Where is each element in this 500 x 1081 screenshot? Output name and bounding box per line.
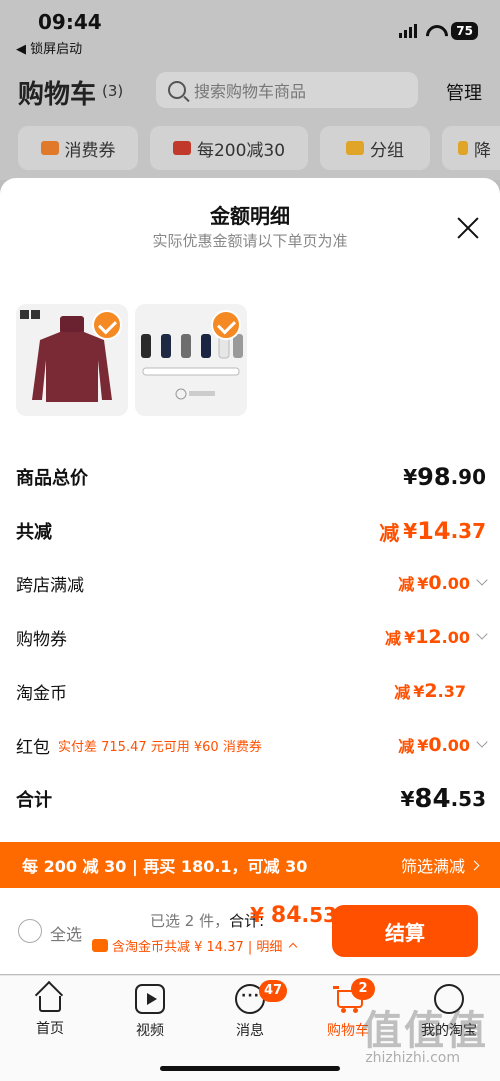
chip-group[interactable]: 分组	[320, 126, 430, 170]
select-all-radio[interactable]	[18, 919, 42, 943]
selected-check-icon	[211, 310, 241, 340]
selected-count-text: 已选 2 件，	[150, 912, 230, 930]
back-to-app-link[interactable]: ◀ 锁屏启动	[16, 38, 82, 57]
row-cross-store[interactable]: 跨店满减 减 ¥0.00	[16, 568, 488, 598]
hongbao-note: 实付差 715.47 元可用 ¥60 消费券	[58, 739, 262, 755]
hongbao-value: 减 ¥0.00	[398, 733, 488, 757]
goods-total-value: ¥98.90	[403, 463, 486, 491]
chevron-right-icon	[469, 860, 480, 870]
checkout-button[interactable]: 结算	[332, 905, 478, 957]
ticket-icon	[40, 141, 59, 155]
coin-icon	[92, 939, 108, 952]
wifi-icon	[425, 25, 443, 37]
filter-discount-label: 筛选满减	[400, 857, 465, 876]
chevron-down-icon	[476, 574, 488, 586]
tab-label: 视频	[136, 1023, 164, 1039]
folder-icon	[346, 141, 364, 155]
watermark-url: zhizhizhi.com	[365, 1050, 460, 1066]
savings-text: 含淘金币共减 ¥ 14.37 | 明细	[112, 940, 283, 955]
promo-text: 每 200 减 30 | 再买 180.1，可减 30	[22, 857, 308, 876]
gift-icon	[172, 141, 191, 155]
selected-check-icon	[92, 310, 122, 340]
tab-label: 消息	[236, 1023, 264, 1039]
tab-messages[interactable]: 47 消息	[215, 980, 288, 1040]
promo-bar[interactable]: 每 200 减 30 | 再买 180.1，可减 30 筛选满减	[0, 842, 500, 888]
row-total-discount: 共减 减 ¥14.37	[16, 516, 486, 546]
cart-badge: 2	[351, 978, 375, 1000]
gold-coin-label: 淘金币	[16, 683, 67, 704]
amount-detail-sheet: 金额明细 实际优惠金额请以下单页为准 商品总价 ¥98.90 共减 减 ¥ 14…	[0, 178, 500, 842]
coupon-value: 减 ¥12.00	[385, 625, 488, 649]
home-icon	[39, 996, 61, 1012]
chip-discount[interactable]: 每200减30	[150, 126, 308, 170]
checkout-bar: 全选 已选 2 件，合计: ¥ 84.53 含淘金币共减 ¥ 14.37 | 明…	[0, 888, 500, 974]
tab-video[interactable]: 视频	[115, 984, 185, 1040]
chip-price-drop[interactable]: 降	[442, 126, 500, 170]
chip-label: 分组	[370, 140, 404, 161]
close-icon[interactable]	[456, 216, 480, 240]
row-coupon[interactable]: 购物券 减 ¥12.00	[16, 622, 488, 652]
row-grand-total: 合计 ¥84.53	[16, 784, 486, 814]
goods-total-label: 商品总价	[16, 468, 88, 489]
total-discount-label: 共减	[16, 522, 52, 543]
chip-label: 每200减30	[196, 140, 286, 161]
status-bar: 09:44 ◀ 锁屏启动 75	[0, 0, 500, 60]
select-all-label[interactable]: 全选	[50, 921, 82, 945]
product-thumbnail-sweater[interactable]	[16, 304, 128, 416]
sheet-subtitle: 实际优惠金额请以下单页为准	[152, 232, 348, 250]
chat-icon: 47	[235, 980, 288, 1014]
chip-label: 消费券	[64, 140, 116, 161]
cart-icon: 2	[333, 978, 375, 1014]
row-goods-total: 商品总价 ¥98.90	[16, 462, 486, 492]
tab-home[interactable]: 首页	[15, 984, 85, 1038]
selected-count: 已选 2 件，合计:	[150, 910, 264, 931]
status-time: 09:44	[38, 10, 102, 34]
cart-count: (3)	[102, 82, 124, 100]
watermark-logo: 值值值	[362, 1008, 488, 1054]
sheet-title: 金额明细	[210, 204, 290, 228]
battery-icon: 75	[451, 22, 478, 40]
savings-detail-link[interactable]: 含淘金币共减 ¥ 14.37 | 明细	[92, 936, 298, 955]
search-input[interactable]: 搜索购物车商品	[156, 72, 418, 108]
manage-button[interactable]: 管理	[446, 79, 482, 105]
home-indicator	[160, 1066, 340, 1071]
chevron-down-icon	[476, 736, 488, 748]
play-icon	[135, 984, 165, 1014]
product-thumbnail-socks[interactable]	[135, 304, 247, 416]
message-badge: 47	[259, 980, 288, 1002]
grand-total-label: 合计	[16, 790, 52, 811]
chip-label: 降	[474, 140, 491, 161]
cross-store-value: 减 ¥0.00	[398, 571, 488, 595]
filter-discount-link[interactable]: 筛选满减	[400, 853, 480, 877]
page-title: 购物车	[18, 80, 97, 110]
search-placeholder: 搜索购物车商品	[194, 82, 307, 101]
checkout-total: ¥ 84.53	[250, 903, 337, 928]
arrow-down-icon	[458, 141, 468, 155]
search-icon	[168, 81, 186, 99]
row-gold-coin: 淘金币 减 ¥2.37	[16, 676, 486, 706]
cross-store-label: 跨店满减	[16, 575, 84, 596]
total-discount-value: 减 ¥14.37	[379, 517, 486, 545]
chevron-up-icon	[289, 942, 298, 952]
row-hongbao[interactable]: 红包 实付差 715.47 元可用 ¥60 消费券 减 ¥0.00	[16, 730, 488, 760]
grand-total-value: ¥84.53	[400, 784, 486, 814]
coupon-label: 购物券	[16, 629, 67, 650]
chevron-down-icon	[476, 628, 488, 640]
hongbao-label: 红包	[16, 737, 50, 758]
gold-coin-value: 减 ¥2.37	[394, 680, 466, 702]
signal-icon	[399, 24, 418, 38]
chip-coupon[interactable]: 消费券	[18, 126, 138, 170]
status-icons: 75	[399, 22, 478, 40]
tab-label: 首页	[36, 1021, 64, 1037]
